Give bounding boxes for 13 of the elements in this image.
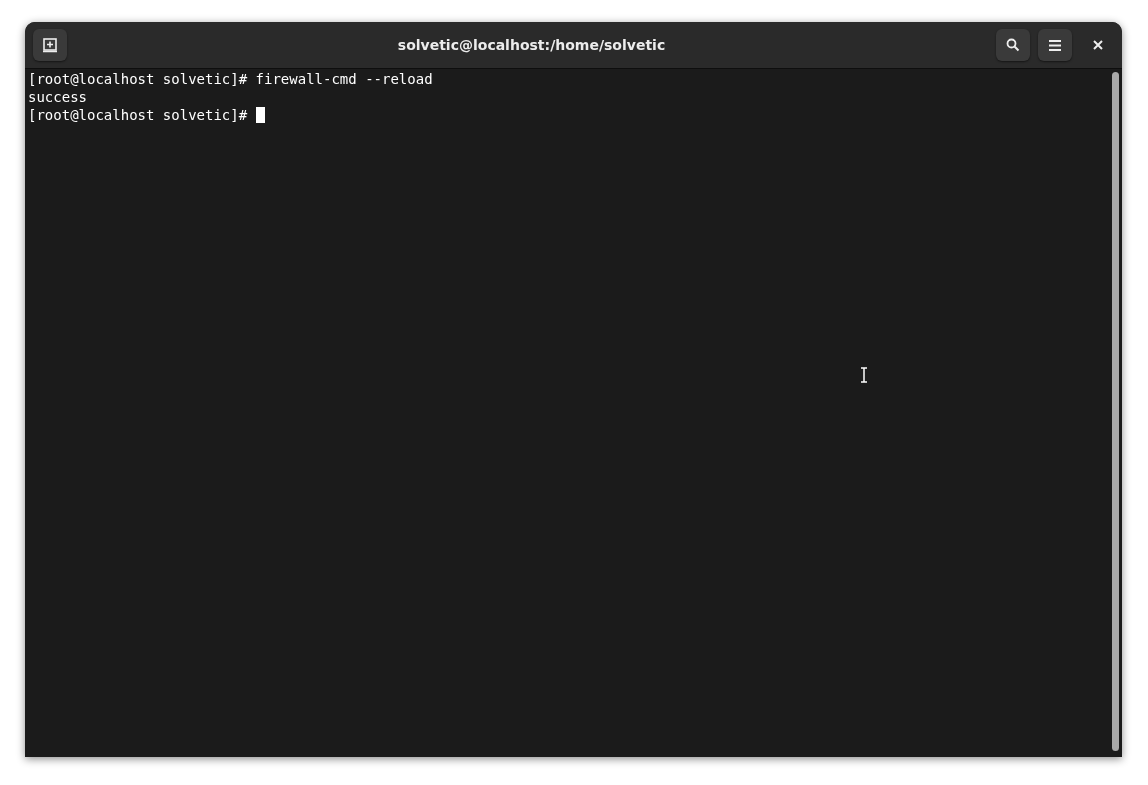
window-title: solvetic@localhost:/home/solvetic xyxy=(396,37,667,53)
terminal-line: [root@localhost solvetic]# xyxy=(28,106,249,124)
i-beam-pointer-icon xyxy=(860,367,868,383)
terminal-line: [root@localhost solvetic]# firewall-cmd --reload xyxy=(28,70,433,88)
search-button[interactable] xyxy=(996,29,1030,61)
menu-button[interactable] xyxy=(1038,29,1072,61)
menu-icon xyxy=(1049,39,1061,51)
search-icon xyxy=(1006,38,1020,52)
scrollbar-thumb[interactable] xyxy=(1111,72,1119,751)
close-icon xyxy=(1093,40,1103,50)
new-tab-icon xyxy=(42,37,58,53)
terminal-line: success xyxy=(28,88,87,106)
new-tab-button[interactable] xyxy=(33,29,67,61)
